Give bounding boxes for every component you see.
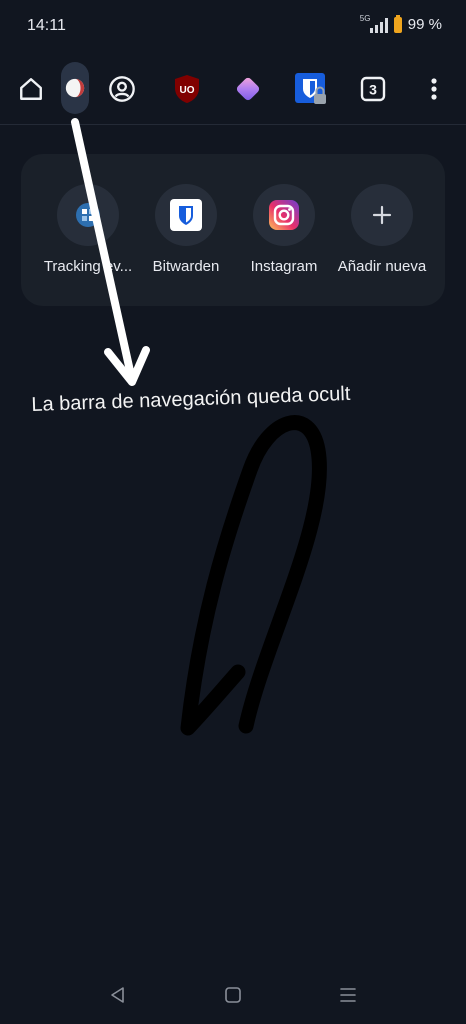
- plus-icon: [372, 205, 392, 225]
- shortcut-label: Añadir nueva: [337, 258, 427, 275]
- shortcut-icon-bg: [351, 184, 413, 246]
- tracking-icon: [76, 203, 100, 227]
- shortcut-label: Bitwarden: [152, 258, 220, 275]
- ublock-icon: UO: [175, 75, 199, 103]
- home-button[interactable]: [16, 62, 46, 116]
- annotation-text: La barra de navegación queda ocult: [31, 382, 351, 416]
- recents-lines-icon: [340, 988, 356, 1002]
- tab-switcher-button[interactable]: 3: [358, 62, 388, 116]
- shortcut-label: Tracking ev...: [43, 258, 133, 275]
- shortcut-icon-bg: [253, 184, 315, 246]
- annotation-arrow-head: [104, 346, 150, 386]
- instagram-icon: [269, 200, 299, 230]
- signal-icon: 5G: [359, 13, 388, 33]
- bitwarden-icon: [170, 199, 202, 231]
- shortcut-icon-bg: [155, 184, 217, 246]
- annotation-scribble: [180, 415, 327, 736]
- shortcut-instagram[interactable]: Instagram: [236, 184, 332, 275]
- more-vert-icon: [431, 78, 437, 100]
- back-triangle-icon: [111, 987, 124, 1003]
- network-type: 5G: [359, 13, 371, 23]
- status-right: 5G 99 %: [359, 13, 442, 34]
- battery-percent: 99 %: [407, 16, 442, 33]
- nav-home-button[interactable]: [213, 975, 253, 1015]
- home-icon: [20, 78, 42, 100]
- nav-back-button[interactable]: [98, 975, 138, 1015]
- extension-button[interactable]: [232, 62, 264, 116]
- status-bar: 14:11 5G 99 %: [0, 0, 466, 52]
- bitwarden-extension-button[interactable]: [294, 62, 328, 116]
- shortcut-label: Instagram: [250, 258, 318, 275]
- extension-icon: [236, 77, 260, 101]
- status-time: 14:11: [27, 17, 66, 34]
- account-button[interactable]: [106, 62, 138, 116]
- account-icon: [109, 76, 135, 102]
- battery-icon: [393, 14, 402, 33]
- system-nav-bar: [0, 975, 466, 1015]
- tracking-page-icon: [65, 78, 85, 98]
- shortcuts-panel: Tracking ev... Bitwarden Instagram Añadi…: [21, 154, 445, 306]
- ublock-label: UO: [180, 85, 195, 96]
- tab-count: 3: [369, 82, 377, 98]
- bitwarden-locked-icon: [295, 73, 326, 104]
- overflow-menu-button[interactable]: [422, 62, 446, 116]
- shortcut-icon-bg: [57, 184, 119, 246]
- shortcut-add-new[interactable]: Añadir nueva: [334, 184, 430, 275]
- tab-count-icon: 3: [360, 76, 386, 102]
- browser-toolbar: UO 3: [0, 62, 466, 116]
- active-tab-button[interactable]: [61, 62, 89, 114]
- ublock-extension-button[interactable]: UO: [172, 62, 202, 116]
- shortcut-tracking[interactable]: Tracking ev...: [40, 184, 136, 275]
- toolbar-divider: [0, 124, 466, 125]
- shortcut-bitwarden[interactable]: Bitwarden: [138, 184, 234, 275]
- nav-recents-button[interactable]: [328, 975, 368, 1015]
- home-square-icon: [225, 987, 241, 1003]
